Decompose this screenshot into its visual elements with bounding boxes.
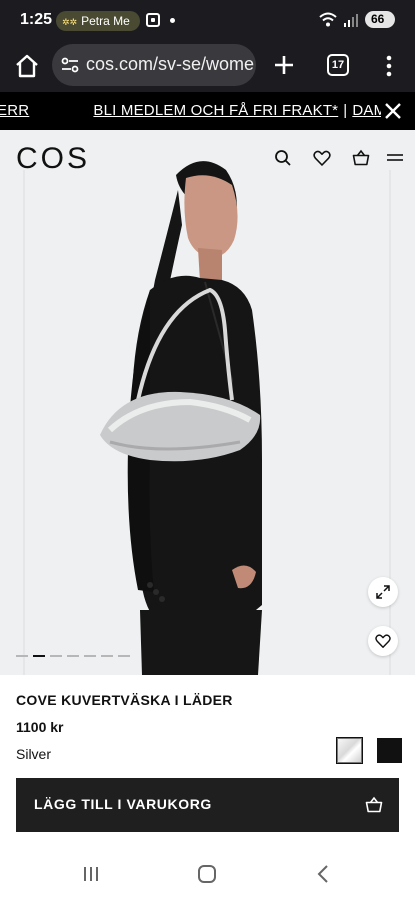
- system-navigation-bar: [0, 848, 415, 900]
- add-to-wishlist-button[interactable]: [368, 626, 398, 656]
- product-photo: [0, 130, 415, 675]
- status-time: 1:25: [20, 11, 53, 28]
- site-settings-icon[interactable]: [60, 55, 80, 75]
- notification-pill-label: Petra Me: [81, 14, 130, 28]
- promo-link-herr[interactable]: HERR: [0, 102, 29, 119]
- home-button-icon[interactable]: [198, 865, 216, 883]
- address-bar[interactable]: cos.com/sv-se/wome: [52, 44, 256, 86]
- shopping-basket-icon: [365, 796, 383, 813]
- status-bar: 1:25 ✲✲ Petra Me 66: [0, 0, 415, 40]
- site-logo[interactable]: COS: [16, 142, 90, 176]
- product-price: 1100 kr: [16, 719, 64, 735]
- gallery-dot[interactable]: [118, 655, 130, 657]
- home-icon[interactable]: [14, 53, 40, 79]
- new-tab-plus-icon[interactable]: [272, 53, 296, 77]
- promo-separator: |: [343, 102, 348, 119]
- status-icons: 66: [319, 11, 395, 28]
- gallery-dot[interactable]: [50, 655, 62, 657]
- gallery-dot[interactable]: [16, 655, 28, 657]
- add-to-cart-button[interactable]: LÄGG TILL I VARUKORG: [16, 778, 399, 832]
- color-swatch-black[interactable]: [377, 738, 402, 763]
- promo-banner: HERR|BLI MEDLEM OCH FÅ FRI FRAKT*|DAM|: [0, 92, 415, 130]
- gallery-dot[interactable]: [101, 655, 113, 657]
- promo-link-member[interactable]: BLI MEDLEM OCH FÅ FRI FRAKT*: [93, 102, 338, 119]
- url-text[interactable]: cos.com/sv-se/wome: [86, 54, 254, 75]
- gallery-dot[interactable]: [67, 655, 79, 657]
- more-notifications-dot-icon: [170, 18, 175, 23]
- notification-icon: ✲✲: [62, 17, 78, 27]
- signal-icon: [344, 13, 358, 27]
- heart-icon: [375, 634, 391, 648]
- search-icon[interactable]: [274, 149, 292, 167]
- more-vert-icon[interactable]: [384, 54, 394, 78]
- color-swatch-silver[interactable]: [336, 737, 363, 764]
- wishlist-heart-icon[interactable]: [313, 149, 331, 167]
- add-to-cart-label: LÄGG TILL I VARUKORG: [34, 796, 212, 812]
- notification-pill[interactable]: ✲✲ Petra Me: [56, 11, 140, 31]
- recent-apps-icon[interactable]: [82, 866, 100, 882]
- fullscreen-button[interactable]: [368, 577, 398, 607]
- shopping-basket-icon[interactable]: [352, 149, 370, 167]
- gallery-pagination: [16, 655, 130, 657]
- screenshot-icon: [146, 13, 160, 27]
- expand-icon: [376, 585, 390, 599]
- product-image-gallery[interactable]: COS: [0, 130, 415, 675]
- promo-track: HERR|BLI MEDLEM OCH FÅ FRI FRAKT*|DAM|: [0, 102, 400, 119]
- gallery-dot[interactable]: [33, 655, 45, 657]
- tab-switcher-button[interactable]: 17: [327, 54, 349, 76]
- close-icon[interactable]: [381, 99, 405, 123]
- gallery-dot[interactable]: [84, 655, 96, 657]
- menu-hamburger-icon[interactable]: [386, 149, 404, 167]
- back-icon[interactable]: [316, 865, 330, 883]
- battery-indicator: 66: [365, 11, 395, 28]
- selected-color-label: Silver: [16, 746, 52, 762]
- product-name: COVE KUVERTVÄSKA I LÄDER: [16, 692, 233, 708]
- browser-toolbar: cos.com/sv-se/wome 17: [0, 40, 415, 92]
- wifi-icon: [319, 12, 337, 26]
